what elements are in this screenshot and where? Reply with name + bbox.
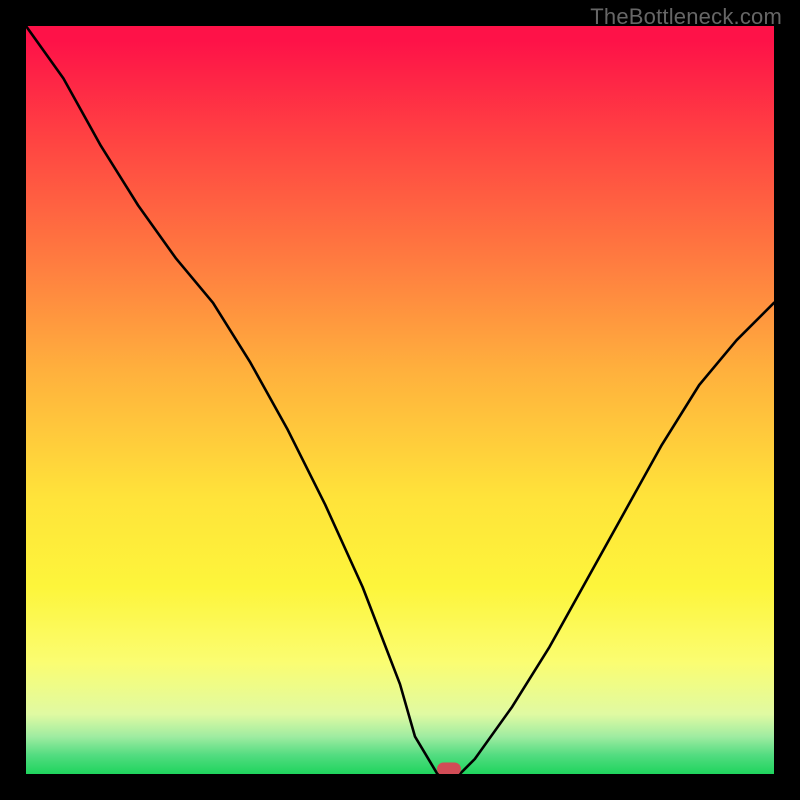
plot-area: [26, 26, 774, 774]
chart-frame: TheBottleneck.com: [0, 0, 800, 800]
bottleneck-curve: [26, 26, 774, 774]
optimal-point-marker: [437, 762, 461, 774]
watermark-text: TheBottleneck.com: [590, 4, 782, 30]
